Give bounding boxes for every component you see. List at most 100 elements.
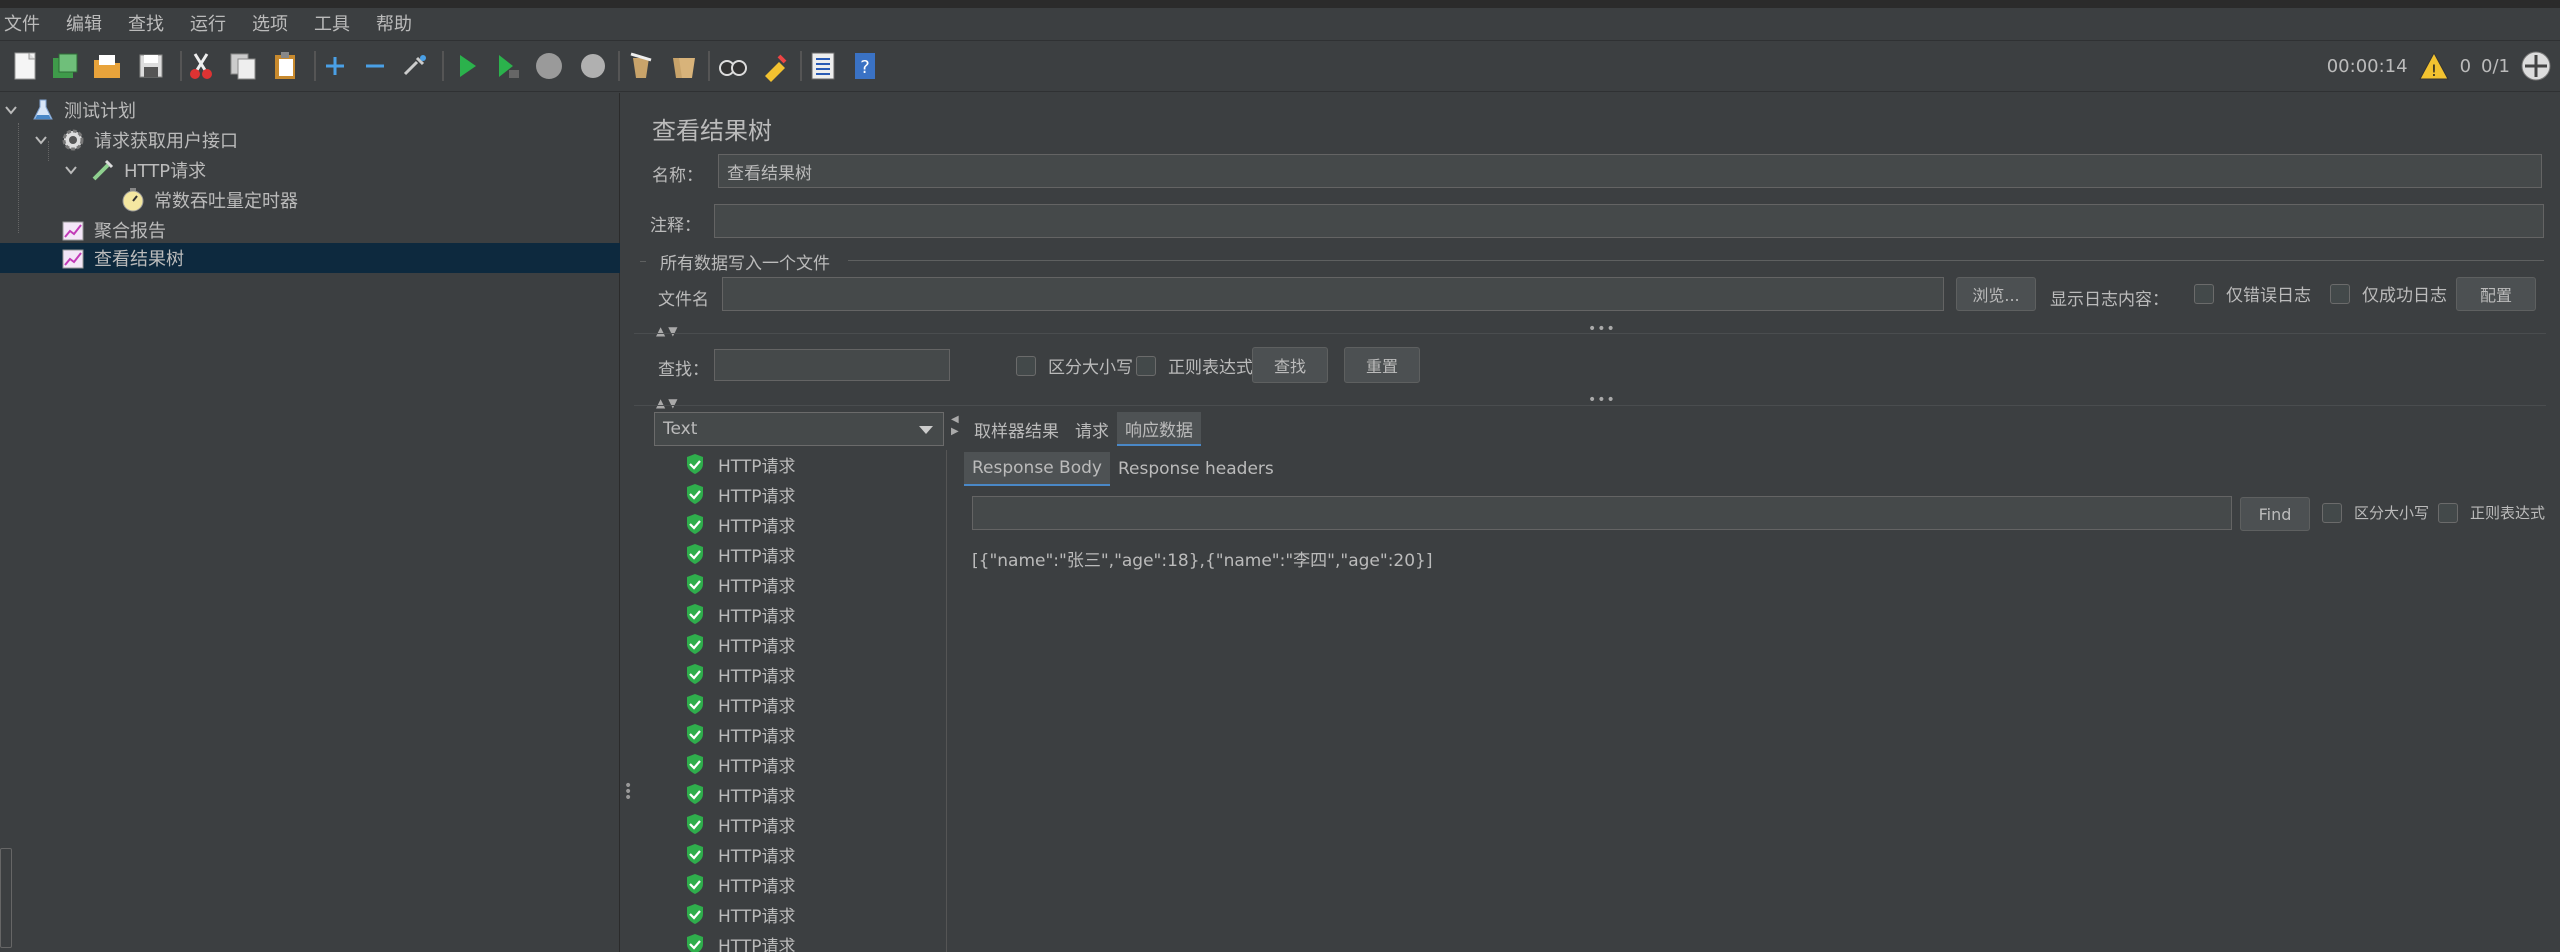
warning-icon[interactable]: ! <box>2418 51 2450 81</box>
tab-response-headers[interactable]: Response headers <box>1110 452 1282 486</box>
toggle-icon[interactable] <box>398 49 432 83</box>
tree-node-http-request[interactable]: HTTP请求 <box>64 155 206 185</box>
list-item[interactable]: HTTP请求 <box>684 750 796 778</box>
find-button[interactable]: 查找 <box>1252 347 1328 383</box>
collapse-icon[interactable] <box>358 49 392 83</box>
chevron-down-icon[interactable] <box>4 103 18 117</box>
response-case-checkbox[interactable]: 区分大小写 <box>2322 502 2429 523</box>
clear-icon[interactable] <box>624 49 658 83</box>
results-splitter[interactable]: ◀ ▶ <box>948 412 962 952</box>
checkbox-box[interactable] <box>2322 502 2342 523</box>
tab-response-data[interactable]: 响应数据 <box>1117 412 1201 446</box>
splitter-arrows[interactable]: ◀ ▶ <box>951 414 959 438</box>
list-item[interactable]: HTTP请求 <box>684 480 796 508</box>
page-title: 查看结果树 <box>652 117 772 145</box>
reset-search-icon[interactable] <box>758 49 792 83</box>
list-item[interactable]: HTTP请求 <box>684 630 796 658</box>
list-item[interactable]: HTTP请求 <box>684 540 796 568</box>
comment-field[interactable] <box>714 204 2544 238</box>
pipette-icon <box>92 159 114 181</box>
new-icon[interactable] <box>8 49 42 83</box>
menu-file[interactable]: 文件 <box>4 10 40 36</box>
save-icon[interactable] <box>134 49 168 83</box>
search-input[interactable] <box>714 349 950 381</box>
list-item[interactable]: HTTP请求 <box>684 870 796 898</box>
expand-icon[interactable] <box>318 49 352 83</box>
function-helper-icon[interactable] <box>806 49 840 83</box>
response-regex-checkbox[interactable]: 正则表达式 <box>2438 502 2545 523</box>
list-item[interactable]: HTTP请求 <box>684 900 796 928</box>
result-label: HTTP请求 <box>718 636 796 657</box>
list-item[interactable]: HTTP请求 <box>684 600 796 628</box>
success-shield-icon <box>687 454 703 474</box>
paste-icon[interactable] <box>268 49 302 83</box>
errors-only-checkbox[interactable]: 仅错误日志 <box>2194 281 2311 306</box>
menu-tools[interactable]: 工具 <box>314 10 350 36</box>
checkbox-box[interactable] <box>2438 502 2458 523</box>
checkbox-box[interactable] <box>2330 283 2350 304</box>
config-button[interactable]: 配置 <box>2456 277 2536 311</box>
tree-node-aggregate-report[interactable]: 聚合报告 <box>60 215 166 245</box>
list-item[interactable]: HTTP请求 <box>684 450 796 478</box>
splitter-grip[interactable]: • • • <box>624 779 632 805</box>
collapse-arrows-glyph[interactable]: ▲▼ <box>656 396 680 410</box>
remote-status-icon[interactable] <box>2520 50 2552 82</box>
chevron-down-icon[interactable] <box>34 133 48 147</box>
copy-icon[interactable] <box>226 49 260 83</box>
tree-node-view-results-tree[interactable]: 查看结果树 <box>0 243 620 273</box>
tree-node-test-plan[interactable]: 测试计划 <box>4 95 136 125</box>
tree-node-timer[interactable]: 常数吞吐量定时器 <box>120 185 298 215</box>
help-icon[interactable]: ? <box>848 49 882 83</box>
menu-run[interactable]: 运行 <box>190 10 226 36</box>
menu-help[interactable]: 帮助 <box>376 10 412 36</box>
checkbox-box[interactable] <box>1136 355 1156 376</box>
list-item[interactable]: HTTP请求 <box>684 720 796 748</box>
tab-request[interactable]: 请求 <box>1067 412 1117 446</box>
chevron-down-icon[interactable] <box>64 163 78 177</box>
list-item[interactable]: HTTP请求 <box>684 930 796 952</box>
regex-checkbox[interactable]: 正则表达式 <box>1136 353 1253 378</box>
list-item[interactable]: HTTP请求 <box>684 780 796 808</box>
menu-options[interactable]: 选项 <box>252 10 288 36</box>
name-field[interactable] <box>718 154 2542 188</box>
renderer-select[interactable]: Text <box>654 412 944 446</box>
list-item[interactable]: HTTP请求 <box>684 570 796 598</box>
checkbox-box[interactable] <box>2194 283 2214 304</box>
filename-field[interactable] <box>722 277 1944 311</box>
response-find-input[interactable] <box>972 496 2232 530</box>
browse-button[interactable]: 浏览... <box>1956 277 2036 311</box>
flask-icon <box>33 99 53 120</box>
list-item[interactable]: HTTP请求 <box>684 690 796 718</box>
tab-response-body[interactable]: Response Body <box>964 452 1110 486</box>
open-icon[interactable] <box>90 49 124 83</box>
clear-all-icon[interactable] <box>666 49 700 83</box>
reset-button[interactable]: 重置 <box>1344 347 1420 383</box>
list-item[interactable]: HTTP请求 <box>684 510 796 538</box>
case-sensitive-checkbox[interactable]: 区分大小写 <box>1016 353 1133 378</box>
divider-grip[interactable]: ••• <box>1588 321 1616 337</box>
list-item[interactable]: HTTP请求 <box>684 660 796 688</box>
start-no-pause-icon[interactable] <box>490 49 524 83</box>
list-item[interactable]: HTTP请求 <box>684 840 796 868</box>
cut-icon[interactable] <box>184 49 218 83</box>
success-only-checkbox[interactable]: 仅成功日志 <box>2330 281 2447 306</box>
search-icon[interactable] <box>716 49 750 83</box>
collapse-arrows[interactable]: ▲▼ <box>656 324 680 338</box>
menu-edit[interactable]: 编辑 <box>66 10 102 36</box>
list-item[interactable]: HTTP请求 <box>684 810 796 838</box>
main-splitter[interactable]: • • • <box>620 93 634 952</box>
tree-node-label: 请求获取用户接口 <box>94 131 238 152</box>
collapse-arrows[interactable]: ▲▼ <box>656 396 680 410</box>
response-find-button[interactable]: Find <box>2240 497 2310 531</box>
chevron-down-icon[interactable] <box>919 426 933 434</box>
start-icon[interactable] <box>450 49 484 83</box>
shutdown-icon[interactable] <box>576 49 610 83</box>
templates-icon[interactable] <box>48 49 82 83</box>
checkbox-box[interactable] <box>1016 355 1036 376</box>
menu-search[interactable]: 查找 <box>128 10 164 36</box>
success-shield-icon <box>687 724 703 744</box>
stop-icon[interactable] <box>532 49 566 83</box>
tree-node-thread-group[interactable]: 请求获取用户接口 <box>34 125 238 155</box>
collapse-arrows-glyph[interactable]: ▲▼ <box>656 324 680 338</box>
tab-sampler-result[interactable]: 取样器结果 <box>966 412 1067 446</box>
